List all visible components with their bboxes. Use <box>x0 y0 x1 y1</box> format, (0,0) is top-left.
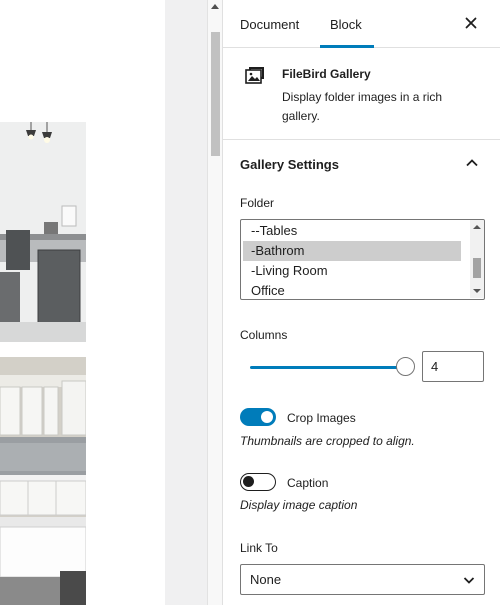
editor-gutter <box>165 0 207 605</box>
office-photo-graphic <box>0 122 86 342</box>
chevron-down-icon <box>463 577 475 584</box>
block-description: Display folder images in a rich gallery. <box>282 90 443 123</box>
link-to-label: Link To <box>240 541 278 555</box>
caption-label: Caption <box>287 476 329 490</box>
tab-document[interactable]: Document <box>240 0 299 48</box>
crop-images-label: Crop Images <box>287 411 356 425</box>
folder-listbox-scroll-thumb[interactable] <box>473 258 481 278</box>
link-to-select[interactable]: None <box>240 564 485 595</box>
folder-listbox-scrollbar[interactable] <box>470 220 484 298</box>
columns-label: Columns <box>240 328 288 342</box>
editor-scrollbar[interactable] <box>207 0 222 605</box>
folder-label: Folder <box>240 196 275 210</box>
link-to-value: None <box>250 572 282 587</box>
toggle-knob <box>261 411 273 423</box>
divider <box>223 139 500 140</box>
folder-option[interactable]: --Tables <box>241 221 449 241</box>
kitchen-photo-graphic <box>0 357 86 605</box>
scroll-up-arrow-icon[interactable] <box>211 4 219 9</box>
crop-images-toggle[interactable] <box>240 408 276 426</box>
panel-title: Gallery Settings <box>240 157 339 172</box>
gallery-icon <box>245 67 264 84</box>
block-title: FileBird Gallery <box>282 67 371 81</box>
sidebar-tabs: Document Block <box>223 0 500 48</box>
folder-option[interactable]: Office <box>241 281 449 299</box>
crop-images-help: Thumbnails are cropped to align. <box>240 434 415 448</box>
chevron-up-icon[interactable] <box>464 155 480 171</box>
folder-option[interactable]: -Living Room <box>241 261 449 281</box>
columns-slider-track[interactable] <box>250 366 405 369</box>
close-icon[interactable] <box>462 14 480 32</box>
editor-canvas <box>0 0 165 605</box>
columns-slider-handle[interactable] <box>396 357 415 376</box>
scroll-up-arrow-icon[interactable] <box>473 225 481 229</box>
folder-option-selected[interactable]: -Bathrom <box>243 241 461 261</box>
scroll-down-arrow-icon[interactable] <box>473 289 481 293</box>
folder-listbox[interactable]: --Tables -Bathrom -Living Room Office <box>240 219 485 300</box>
caption-toggle[interactable] <box>240 473 276 491</box>
tab-block[interactable]: Block <box>320 0 374 48</box>
editor-scrollbar-thumb[interactable] <box>211 32 220 156</box>
gallery-image-office[interactable] <box>0 122 86 342</box>
toggle-knob <box>243 476 254 487</box>
columns-number-input[interactable]: 4 <box>422 351 484 382</box>
caption-help: Display image caption <box>240 498 358 512</box>
gallery-image-kitchen[interactable] <box>0 357 86 605</box>
